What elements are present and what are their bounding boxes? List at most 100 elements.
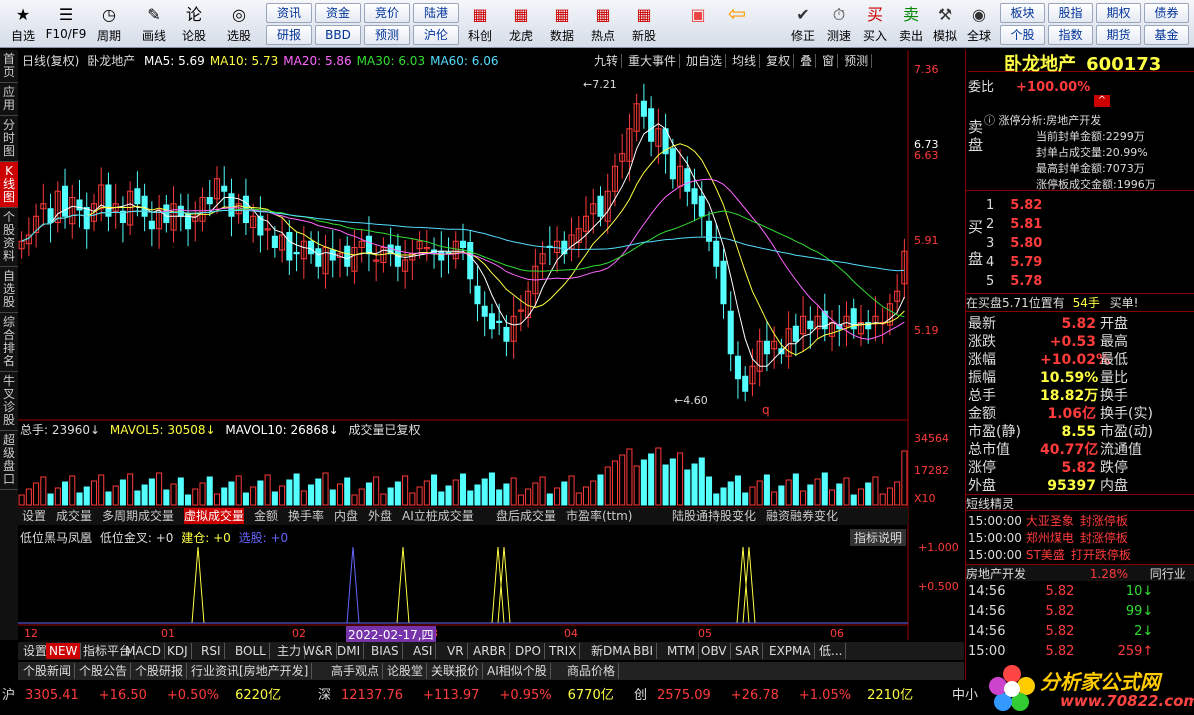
index-2[interactable]: 创 2575.09 +26.78 +1.05% 2210亿 [634, 684, 913, 703]
toolbar-rsmall-4[interactable]: 期权 [1096, 3, 1141, 23]
indicator-tab-18[interactable]: MTM [664, 643, 700, 659]
indicator-tab-14[interactable]: DPO [512, 643, 545, 659]
toolbar-btn-1[interactable]: ☰ F10/F9 [45, 2, 87, 46]
kline-chart-area[interactable]: 日线(复权) 卧龙地产 MA5: 5.69 MA10: 5.73 MA20: 5.8… [18, 50, 964, 643]
left-tab-8[interactable]: 超级盘口 [0, 431, 18, 490]
indicator-help-button[interactable]: 指标说明 [850, 529, 907, 546]
sub-tab-6[interactable]: 内盘 [334, 508, 358, 524]
news-tab-0[interactable]: 个股新闻 [20, 663, 76, 679]
toolbar-small-2[interactable]: 资金 [315, 3, 361, 23]
indicator-tab-8[interactable]: W&R [300, 643, 337, 659]
toolbar-right-0[interactable]: ✔ 修正 [786, 2, 820, 46]
toolbar-rsmall-0[interactable]: 板块 [1000, 3, 1045, 23]
indicator-tab-6[interactable]: BOLL [232, 643, 270, 659]
indicator-tab-9[interactable]: DMI [334, 643, 365, 659]
indicator-tab-12[interactable]: VR [444, 643, 468, 659]
short-line-item-0[interactable]: 15:00:00 大亚圣象 封涨停板 [968, 512, 1128, 529]
index-1[interactable]: 深 12137.76 +113.97 +0.95% 6770亿 [318, 684, 614, 703]
toolbar-small-7[interactable]: 沪伦 [413, 25, 459, 45]
index-0[interactable]: 沪 3305.41 +16.50 +0.50% 6220亿 [2, 684, 281, 703]
sub-tab-12[interactable]: 融资融券变化 [766, 508, 838, 524]
toolbar-rsmall-3[interactable]: 指数 [1048, 25, 1093, 45]
toolbar-right-3[interactable]: 卖卖出 [894, 2, 928, 46]
news-tab-7[interactable]: AI相似个股 [484, 663, 551, 679]
indicator-tab-19[interactable]: OBV [698, 643, 731, 659]
index-tail[interactable]: 中小 [952, 684, 978, 703]
toolbar-small-5[interactable]: 预测 [364, 25, 410, 45]
short-event: 打开跌停板 [1070, 548, 1131, 562]
same-industry-tab[interactable]: 同行业 [1150, 567, 1186, 581]
sub-tab-9[interactable]: 盘后成交量 [496, 508, 556, 524]
toolbar-small-3[interactable]: BBD [315, 25, 361, 45]
toolbar-big-4[interactable]: ▦ 新股 [624, 2, 664, 46]
toolbar-small-6[interactable]: 陆港 [413, 3, 459, 23]
indicator-tab-1[interactable]: NEW [46, 643, 82, 659]
sub-tab-4[interactable]: 金额 [254, 508, 278, 524]
toolbar-btn-2[interactable]: ◷ 周期 [88, 2, 130, 46]
back-arrow-icon[interactable]: ⇦ [722, 2, 752, 46]
indicator-tab-3[interactable]: MACD [122, 643, 165, 659]
news-tab-4[interactable]: 高手观点 [328, 663, 384, 679]
news-tab-6[interactable]: 关联报价 [428, 663, 484, 679]
toolbar-right-4[interactable]: ⚒ 模拟 [928, 2, 962, 46]
indicator-tab-21[interactable]: EXPMA [766, 643, 815, 659]
indicator-tab-4[interactable]: KDJ [164, 643, 192, 659]
sub-tab-5[interactable]: 换手率 [288, 508, 324, 524]
toolbar-big-3[interactable]: ▦ 热点 [583, 2, 623, 46]
indicator-tab-5[interactable]: RSI [198, 643, 225, 659]
tick-volume: 259 [1117, 644, 1143, 659]
toolbar-rsmall-1[interactable]: 个股 [1000, 25, 1045, 45]
left-tab-7[interactable]: 牛叉诊股 [0, 372, 18, 431]
toolbar-small-0[interactable]: 资讯 [266, 3, 312, 23]
toolbar-big-2[interactable]: ▦ 数据 [542, 2, 582, 46]
toolbar-big-0[interactable]: ▦ 科创 [460, 2, 500, 46]
short-line-item-2[interactable]: 15:00:00 ST美盛 打开跌停板 [968, 546, 1131, 563]
news-tab-3[interactable]: 行业资讯[房地产开发] [188, 663, 313, 679]
indicator-tab-20[interactable]: SAR [732, 643, 764, 659]
left-tab-1[interactable]: 应用 [0, 83, 18, 116]
toolbar-btn-3[interactable]: ✎ 画线 [133, 2, 175, 46]
sub-tab-2[interactable]: 多周期成交量 [102, 508, 174, 524]
sub-tab-8[interactable]: AI立桩成交量 [402, 508, 474, 524]
indicator-tab-16[interactable]: 新DMA [588, 643, 635, 659]
toolbar-right-1[interactable]: ⏱ 测速 [822, 2, 856, 46]
toolbar-btn-0[interactable]: ★ 自选 [2, 2, 44, 46]
left-tab-5[interactable]: 自选股 [0, 267, 18, 313]
news-tab-2[interactable]: 个股研报 [132, 663, 188, 679]
toolbar-right-5[interactable]: ◉ 全球 [962, 2, 996, 46]
toolbar-rsmall-7[interactable]: 基金 [1144, 25, 1189, 45]
left-tab-4[interactable]: 个股资料 [0, 208, 18, 267]
sub-tab-0[interactable]: 设置 [22, 508, 46, 524]
sub-tab-10[interactable]: 市盈率(ttm) [566, 508, 632, 524]
toolbar-big-1[interactable]: ▦ 龙虎 [501, 2, 541, 46]
color-grid-icon[interactable]: ▣ [680, 2, 716, 46]
left-tab-0[interactable]: 首页 [0, 50, 18, 83]
news-tab-1[interactable]: 个股公告 [76, 663, 132, 679]
indicator-tab-15[interactable]: TRIX [546, 643, 581, 659]
sub-tab-11[interactable]: 陆股通持股变化 [672, 508, 756, 524]
short-line-item-1[interactable]: 15:00:00 郑州煤电 封涨停板 [968, 529, 1128, 546]
collapse-up-icon[interactable]: ^ [1094, 95, 1110, 107]
toolbar-btn-5[interactable]: ◎ 选股 [218, 2, 260, 46]
indicator-tab-11[interactable]: ASI [410, 643, 437, 659]
sector-name[interactable]: 房地产开发 [966, 567, 1026, 581]
sub-tab-1[interactable]: 成交量 [56, 508, 92, 524]
toolbar-btn-4[interactable]: 论论股 [173, 2, 215, 46]
news-tab-5[interactable]: 论股堂 [384, 663, 428, 679]
indicator-tab-13[interactable]: ARBR [470, 643, 511, 659]
news-tab-8[interactable]: 商品价格 [564, 663, 620, 679]
indicator-tab-10[interactable]: BIAS [368, 643, 403, 659]
indicator-tab-17[interactable]: BBI [630, 643, 658, 659]
left-tab-2[interactable]: 分时图 [0, 116, 18, 162]
toolbar-rsmall-5[interactable]: 期货 [1096, 25, 1141, 45]
toolbar-rsmall-2[interactable]: 股指 [1048, 3, 1093, 23]
indicator-tab-22[interactable]: 低... [816, 643, 847, 659]
toolbar-small-1[interactable]: 研报 [266, 25, 312, 45]
toolbar-right-2[interactable]: 买买入 [858, 2, 892, 46]
sub-tab-7[interactable]: 外盘 [368, 508, 392, 524]
toolbar-small-4[interactable]: 竞价 [364, 3, 410, 23]
sub-tab-3[interactable]: 虚拟成交量 [184, 508, 245, 524]
left-tab-6[interactable]: 综合排名 [0, 313, 18, 372]
toolbar-rsmall-6[interactable]: 债券 [1144, 3, 1189, 23]
left-tab-3[interactable]: K线图 [0, 162, 18, 208]
